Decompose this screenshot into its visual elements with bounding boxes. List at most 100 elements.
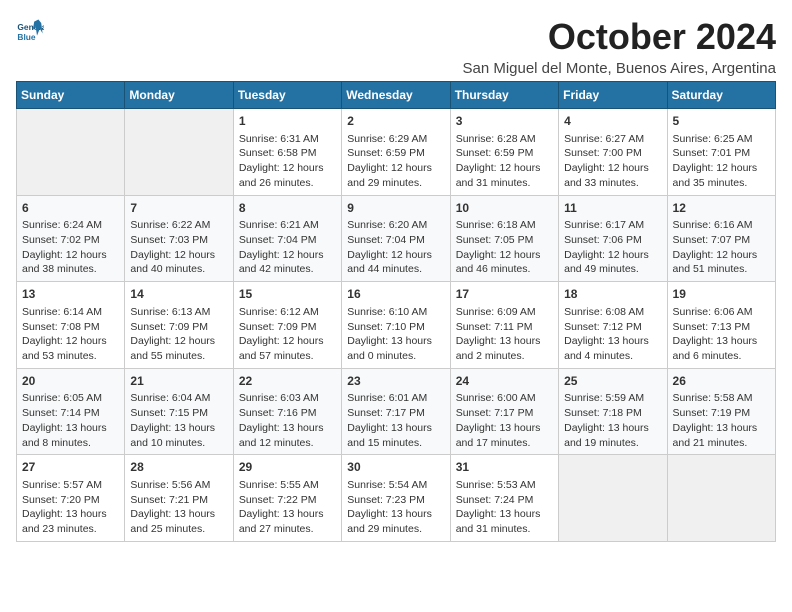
day-info: Sunrise: 5:57 AM Sunset: 7:20 PM Dayligh… — [22, 478, 119, 537]
logo: General Blue — [16, 16, 44, 44]
day-header-sunday: Sunday — [17, 82, 125, 109]
calendar-cell: 1 Sunrise: 6:31 AM Sunset: 6:58 PM Daylig… — [233, 109, 341, 196]
calendar-cell: 18 Sunrise: 6:08 AM Sunset: 7:12 PM Dayli… — [559, 282, 667, 369]
logo-icon: General Blue — [16, 16, 44, 44]
day-info: Sunrise: 6:18 AM Sunset: 7:05 PM Dayligh… — [456, 218, 553, 277]
day-info: Sunrise: 5:58 AM Sunset: 7:19 PM Dayligh… — [673, 391, 770, 450]
day-number: 10 — [456, 200, 553, 217]
calendar-cell: 30Sunrise: 5:54 AM Sunset: 7:23 PM Dayli… — [342, 455, 450, 542]
calendar-cell: 16Sunrise: 6:10 AM Sunset: 7:10 PM Dayli… — [342, 282, 450, 369]
calendar-cell — [125, 109, 233, 196]
day-number: 23 — [347, 373, 444, 390]
day-number: 4 — [564, 113, 661, 130]
calendar-cell: 3 Sunrise: 6:28 AM Sunset: 6:59 PM Daylig… — [450, 109, 558, 196]
day-number: 17 — [456, 286, 553, 303]
calendar-cell: 8Sunrise: 6:21 AM Sunset: 7:04 PM Daylig… — [233, 195, 341, 282]
calendar-cell — [667, 455, 775, 542]
calendar-cell: 26Sunrise: 5:58 AM Sunset: 7:19 PM Dayli… — [667, 368, 775, 455]
day-header-saturday: Saturday — [667, 82, 775, 109]
day-number: 7 — [130, 200, 227, 217]
calendar-cell: 15 Sunrise: 6:12 AM Sunset: 7:09 PM Dayli… — [233, 282, 341, 369]
day-info: Sunrise: 5:59 AM Sunset: 7:18 PM Dayligh… — [564, 391, 661, 450]
days-header-row: SundayMondayTuesdayWednesdayThursdayFrid… — [17, 82, 776, 109]
day-info: Sunrise: 6:08 AM Sunset: 7:12 PM Dayligh… — [564, 305, 661, 364]
day-number: 8 — [239, 200, 336, 217]
day-number: 19 — [673, 286, 770, 303]
title-block: October 2024 San Miguel del Monte, Bueno… — [462, 16, 776, 77]
day-number: 27 — [22, 459, 119, 476]
day-number: 6 — [22, 200, 119, 217]
day-header-monday: Monday — [125, 82, 233, 109]
calendar-cell: 2 Sunrise: 6:29 AM Sunset: 6:59 PM Daylig… — [342, 109, 450, 196]
calendar-cell: 24Sunrise: 6:00 AM Sunset: 7:17 PM Dayli… — [450, 368, 558, 455]
week-row-3: 13 Sunrise: 6:14 AM Sunset: 7:08 PM Dayli… — [17, 282, 776, 369]
day-number: 3 — [456, 113, 553, 130]
day-info: Sunrise: 6:29 AM Sunset: 6:59 PM Dayligh… — [347, 132, 444, 191]
day-info: Sunrise: 6:24 AM Sunset: 7:02 PM Dayligh… — [22, 218, 119, 277]
calendar-table: SundayMondayTuesdayWednesdayThursdayFrid… — [16, 81, 776, 542]
calendar-cell: 20Sunrise: 6:05 AM Sunset: 7:14 PM Dayli… — [17, 368, 125, 455]
calendar-cell: 28 Sunrise: 5:56 AM Sunset: 7:21 PM Dayli… — [125, 455, 233, 542]
calendar-cell: 23Sunrise: 6:01 AM Sunset: 7:17 PM Dayli… — [342, 368, 450, 455]
calendar-cell: 25Sunrise: 5:59 AM Sunset: 7:18 PM Dayli… — [559, 368, 667, 455]
day-info: Sunrise: 6:12 AM Sunset: 7:09 PM Dayligh… — [239, 305, 336, 364]
calendar-cell: 7Sunrise: 6:22 AM Sunset: 7:03 PM Daylig… — [125, 195, 233, 282]
month-title: October 2024 — [462, 16, 776, 58]
day-info: Sunrise: 6:27 AM Sunset: 7:00 PM Dayligh… — [564, 132, 661, 191]
day-info: Sunrise: 6:17 AM Sunset: 7:06 PM Dayligh… — [564, 218, 661, 277]
calendar-cell: 5 Sunrise: 6:25 AM Sunset: 7:01 PM Daylig… — [667, 109, 775, 196]
day-info: Sunrise: 6:05 AM Sunset: 7:14 PM Dayligh… — [22, 391, 119, 450]
day-info: Sunrise: 6:28 AM Sunset: 6:59 PM Dayligh… — [456, 132, 553, 191]
day-info: Sunrise: 5:56 AM Sunset: 7:21 PM Dayligh… — [130, 478, 227, 537]
day-info: Sunrise: 6:06 AM Sunset: 7:13 PM Dayligh… — [673, 305, 770, 364]
day-number: 1 — [239, 113, 336, 130]
calendar-cell: 4 Sunrise: 6:27 AM Sunset: 7:00 PM Daylig… — [559, 109, 667, 196]
day-info: Sunrise: 6:14 AM Sunset: 7:08 PM Dayligh… — [22, 305, 119, 364]
day-number: 30 — [347, 459, 444, 476]
day-info: Sunrise: 6:04 AM Sunset: 7:15 PM Dayligh… — [130, 391, 227, 450]
day-header-wednesday: Wednesday — [342, 82, 450, 109]
day-number: 5 — [673, 113, 770, 130]
day-info: Sunrise: 6:09 AM Sunset: 7:11 PM Dayligh… — [456, 305, 553, 364]
page-header: General Blue October 2024 San Miguel del… — [16, 16, 776, 77]
day-info: Sunrise: 6:16 AM Sunset: 7:07 PM Dayligh… — [673, 218, 770, 277]
calendar-body: 1 Sunrise: 6:31 AM Sunset: 6:58 PM Daylig… — [17, 109, 776, 542]
day-info: Sunrise: 6:31 AM Sunset: 6:58 PM Dayligh… — [239, 132, 336, 191]
day-number: 15 — [239, 286, 336, 303]
week-row-1: 1 Sunrise: 6:31 AM Sunset: 6:58 PM Daylig… — [17, 109, 776, 196]
week-row-2: 6Sunrise: 6:24 AM Sunset: 7:02 PM Daylig… — [17, 195, 776, 282]
svg-text:Blue: Blue — [17, 32, 35, 42]
day-header-tuesday: Tuesday — [233, 82, 341, 109]
calendar-cell — [559, 455, 667, 542]
day-info: Sunrise: 6:25 AM Sunset: 7:01 PM Dayligh… — [673, 132, 770, 191]
day-info: Sunrise: 6:20 AM Sunset: 7:04 PM Dayligh… — [347, 218, 444, 277]
day-number: 2 — [347, 113, 444, 130]
day-header-friday: Friday — [559, 82, 667, 109]
day-number: 9 — [347, 200, 444, 217]
calendar-cell: 22Sunrise: 6:03 AM Sunset: 7:16 PM Dayli… — [233, 368, 341, 455]
day-number: 18 — [564, 286, 661, 303]
calendar-cell: 13 Sunrise: 6:14 AM Sunset: 7:08 PM Dayli… — [17, 282, 125, 369]
day-header-thursday: Thursday — [450, 82, 558, 109]
day-number: 11 — [564, 200, 661, 217]
day-number: 29 — [239, 459, 336, 476]
calendar-cell: 19 Sunrise: 6:06 AM Sunset: 7:13 PM Dayli… — [667, 282, 775, 369]
day-number: 13 — [22, 286, 119, 303]
day-number: 28 — [130, 459, 227, 476]
calendar-cell: 12Sunrise: 6:16 AM Sunset: 7:07 PM Dayli… — [667, 195, 775, 282]
day-number: 12 — [673, 200, 770, 217]
location-subtitle: San Miguel del Monte, Buenos Aires, Arge… — [462, 60, 776, 77]
day-number: 20 — [22, 373, 119, 390]
calendar-cell: 31Sunrise: 5:53 AM Sunset: 7:24 PM Dayli… — [450, 455, 558, 542]
day-number: 31 — [456, 459, 553, 476]
calendar-cell: 21Sunrise: 6:04 AM Sunset: 7:15 PM Dayli… — [125, 368, 233, 455]
day-info: Sunrise: 6:21 AM Sunset: 7:04 PM Dayligh… — [239, 218, 336, 277]
day-number: 25 — [564, 373, 661, 390]
calendar-cell: 17 Sunrise: 6:09 AM Sunset: 7:11 PM Dayli… — [450, 282, 558, 369]
day-number: 22 — [239, 373, 336, 390]
day-number: 16 — [347, 286, 444, 303]
day-info: Sunrise: 5:55 AM Sunset: 7:22 PM Dayligh… — [239, 478, 336, 537]
day-info: Sunrise: 6:03 AM Sunset: 7:16 PM Dayligh… — [239, 391, 336, 450]
day-info: Sunrise: 6:00 AM Sunset: 7:17 PM Dayligh… — [456, 391, 553, 450]
calendar-cell — [17, 109, 125, 196]
